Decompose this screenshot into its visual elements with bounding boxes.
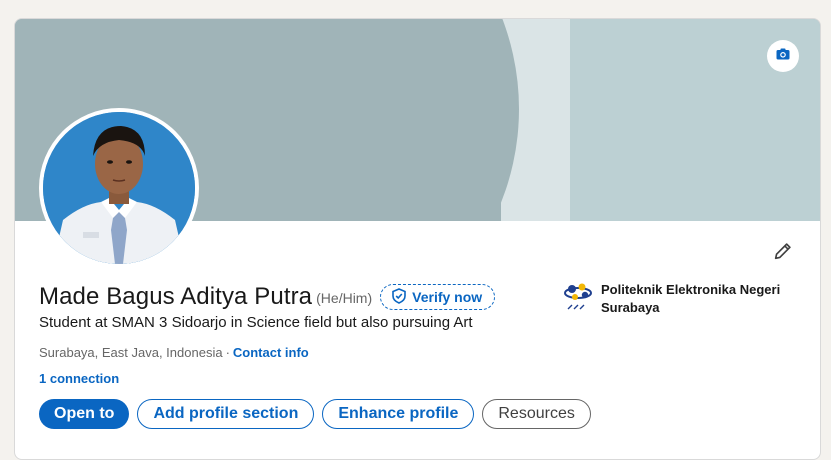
location-separator: · [225,345,230,360]
profile-card: Made Bagus Aditya Putra (He/Him) Verify … [14,18,821,460]
name-row: Made Bagus Aditya Putra (He/Him) Verify … [39,283,496,311]
location-row: Surabaya, East Java, Indonesia · Contact i… [39,345,309,360]
profile-photo-image [43,112,195,264]
camera-icon [775,46,791,67]
contact-info-link[interactable]: Contact info [233,345,309,360]
school-name: Politeknik Elektronika Negeri Surabaya [601,282,781,315]
add-profile-section-button[interactable]: Add profile section [137,399,315,429]
pencil-icon [772,240,794,267]
shield-check-icon [391,287,407,307]
profile-headline: Student at SMAN 3 Sidoarjo in Science fi… [39,314,473,331]
enhance-profile-button[interactable]: Enhance profile [322,399,475,429]
profile-photo[interactable] [39,108,199,268]
pens-logo [563,281,593,313]
location-text: Surabaya, East Java, Indonesia [39,345,223,360]
profile-name: Made Bagus Aditya Putra [39,283,313,310]
education-entry[interactable]: Politeknik Elektronika Negeri Surabaya [563,281,801,317]
open-to-button[interactable]: Open to [39,399,130,429]
verify-now-label: Verify now [412,289,483,305]
connections-link[interactable]: 1 connection [39,371,119,386]
edit-intro-button[interactable] [769,239,797,267]
edit-banner-button[interactable] [767,40,799,72]
pronouns: (He/Him) [316,290,373,306]
profile-actions: Open to Add profile section Enhance prof… [39,399,591,429]
verify-now-button[interactable]: Verify now [380,284,496,310]
resources-button[interactable]: Resources [482,399,591,429]
